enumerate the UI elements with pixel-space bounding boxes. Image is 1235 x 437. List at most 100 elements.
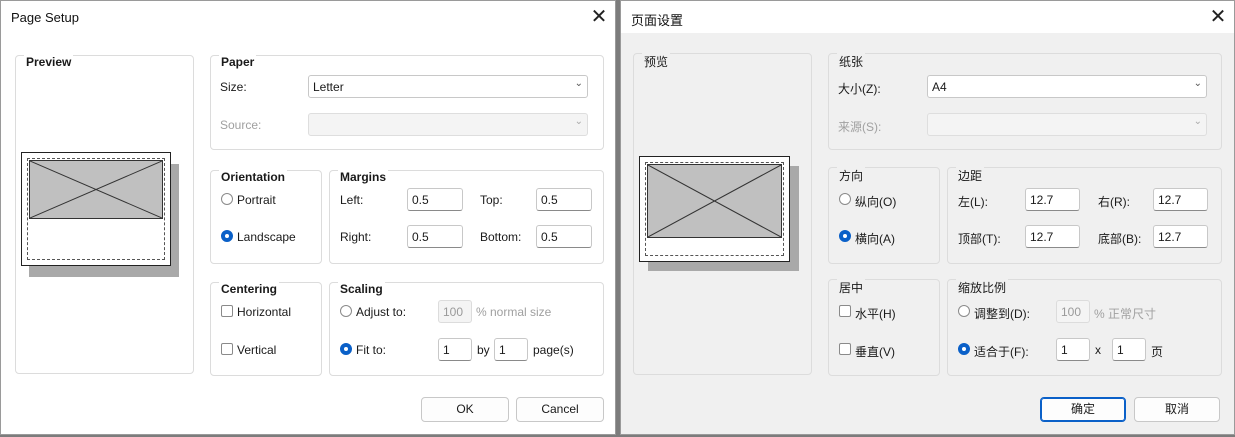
pages-label: page(s) — [533, 343, 574, 357]
landscape-label[interactable]: 横向(A) — [855, 230, 895, 247]
fit-to-radio[interactable] — [340, 343, 352, 355]
landscape-radio[interactable] — [221, 230, 233, 242]
right-margin-label: Right: — [340, 230, 372, 244]
adjust-to-label[interactable]: 调整到(D): — [974, 305, 1030, 322]
fit-to-radio[interactable] — [958, 343, 970, 355]
margins-group: 边距 左(L): 12.7 右(R): 12.7 顶部(T): 12.7 底部(… — [947, 167, 1222, 264]
top-margin-input[interactable]: 0.5 — [536, 188, 592, 211]
centering-group: 居中 水平(H) 垂直(V) — [828, 279, 940, 376]
size-select[interactable]: A4 ⌄ — [927, 75, 1207, 98]
close-icon[interactable]: ✕ — [1202, 1, 1234, 33]
preview-label: Preview — [24, 55, 74, 69]
size-label: 大小(Z): — [838, 82, 881, 96]
dialog-title: Page Setup — [11, 10, 79, 25]
adjust-to-radio[interactable] — [340, 305, 352, 317]
margins-label: Margins — [338, 170, 389, 184]
fit-to-label[interactable]: 适合于(F): — [974, 343, 1029, 360]
scaling-group: Scaling Adjust to: 100 % normal size Fit… — [329, 282, 604, 376]
portrait-radio[interactable] — [221, 193, 233, 205]
horizontal-checkbox[interactable] — [221, 305, 233, 317]
chevron-down-icon: ⌄ — [574, 116, 583, 127]
size-select-value: A4 — [932, 80, 947, 94]
size-label: Size: — [220, 80, 247, 94]
cancel-button[interactable]: 取消 — [1134, 397, 1220, 422]
adjust-to-input[interactable]: 100 — [1056, 300, 1090, 323]
right-margin-input[interactable]: 12.7 — [1153, 188, 1208, 211]
ok-button[interactable]: 确定 — [1040, 397, 1126, 422]
left-margin-label: Left: — [340, 193, 364, 207]
margins-label: 边距 — [956, 167, 985, 184]
adjust-to-input[interactable]: 100 — [438, 300, 472, 323]
ok-button[interactable]: OK — [421, 397, 509, 422]
close-icon[interactable]: ✕ — [583, 1, 615, 33]
paper-label: 纸张 — [837, 53, 866, 70]
fit-tall-input[interactable]: 1 — [494, 338, 528, 361]
margins-group: Margins Left: 0.5 Top: 0.5 Right: 0.5 Bo… — [329, 170, 604, 264]
adjust-to-radio[interactable] — [958, 305, 970, 317]
left-margin-input[interactable]: 0.5 — [407, 188, 463, 211]
fit-wide-input[interactable]: 1 — [438, 338, 472, 361]
bottom-margin-input[interactable]: 0.5 — [536, 225, 592, 248]
chevron-down-icon: ⌄ — [1193, 116, 1202, 127]
right-margin-label: 右(R): — [1098, 195, 1130, 209]
chevron-down-icon: ⌄ — [574, 78, 583, 89]
vertical-checkbox[interactable] — [839, 343, 851, 355]
orientation-group: 方向 纵向(O) 横向(A) — [828, 167, 940, 264]
vertical-label[interactable]: Vertical — [237, 343, 276, 357]
page-setup-dialog-en: Page Setup ✕ Preview Paper Size: Letter … — [0, 0, 616, 435]
by-label: x — [1095, 343, 1101, 357]
centering-label: Centering — [219, 282, 280, 296]
portrait-label[interactable]: Portrait — [237, 193, 276, 207]
bottom-margin-label: 底部(B): — [1098, 232, 1142, 246]
size-select-value: Letter — [313, 80, 344, 94]
source-select[interactable]: ⌄ — [308, 113, 588, 136]
portrait-radio[interactable] — [839, 193, 851, 205]
paper-group: Paper Size: Letter ⌄ Source: ⌄ — [210, 55, 604, 150]
landscape-radio[interactable] — [839, 230, 851, 242]
orientation-label: Orientation — [219, 170, 288, 184]
orientation-group: Orientation Portrait Landscape — [210, 170, 322, 264]
pages-label: 页 — [1151, 345, 1164, 359]
title-bar: 页面设置 ✕ — [621, 1, 1234, 33]
horizontal-label[interactable]: 水平(H) — [855, 305, 896, 322]
normal-size-label: % normal size — [476, 305, 552, 319]
normal-size-label: % 正常尺寸 — [1094, 307, 1157, 321]
left-margin-input[interactable]: 12.7 — [1025, 188, 1080, 211]
preview-group: Preview — [15, 55, 194, 374]
right-margin-input[interactable]: 0.5 — [407, 225, 463, 248]
horizontal-checkbox[interactable] — [839, 305, 851, 317]
vertical-label[interactable]: 垂直(V) — [855, 343, 895, 360]
top-margin-input[interactable]: 12.7 — [1025, 225, 1080, 248]
source-select[interactable]: ⌄ — [927, 113, 1207, 136]
vertical-checkbox[interactable] — [221, 343, 233, 355]
fit-to-label[interactable]: Fit to: — [356, 343, 386, 357]
dialog-title: 页面设置 — [631, 13, 684, 28]
title-bar: Page Setup ✕ — [1, 1, 615, 33]
preview-page — [21, 152, 171, 266]
preview-page — [639, 156, 790, 262]
top-margin-label: Top: — [480, 193, 503, 207]
scaling-label: Scaling — [338, 282, 385, 296]
preview-group: 预览 — [633, 53, 812, 375]
centering-label: 居中 — [837, 279, 866, 296]
horizontal-label[interactable]: Horizontal — [237, 305, 291, 319]
fit-wide-input[interactable]: 1 — [1056, 338, 1090, 361]
source-label: Source: — [220, 118, 262, 132]
paper-label: Paper — [219, 55, 257, 69]
source-label: 来源(S): — [838, 120, 882, 134]
scaling-label: 缩放比例 — [956, 279, 1009, 296]
bottom-margin-label: Bottom: — [480, 230, 522, 244]
cancel-button[interactable]: Cancel — [516, 397, 604, 422]
preview-image-placeholder — [647, 164, 782, 238]
landscape-label[interactable]: Landscape — [237, 230, 296, 244]
fit-tall-input[interactable]: 1 — [1112, 338, 1146, 361]
portrait-label[interactable]: 纵向(O) — [855, 193, 896, 210]
preview-image-placeholder — [29, 160, 163, 219]
by-label: by — [477, 343, 490, 357]
orientation-label: 方向 — [837, 167, 866, 184]
size-select[interactable]: Letter ⌄ — [308, 75, 588, 98]
preview-label: 预览 — [642, 53, 671, 70]
centering-group: Centering Horizontal Vertical — [210, 282, 322, 376]
bottom-margin-input[interactable]: 12.7 — [1153, 225, 1208, 248]
adjust-to-label[interactable]: Adjust to: — [356, 305, 406, 319]
